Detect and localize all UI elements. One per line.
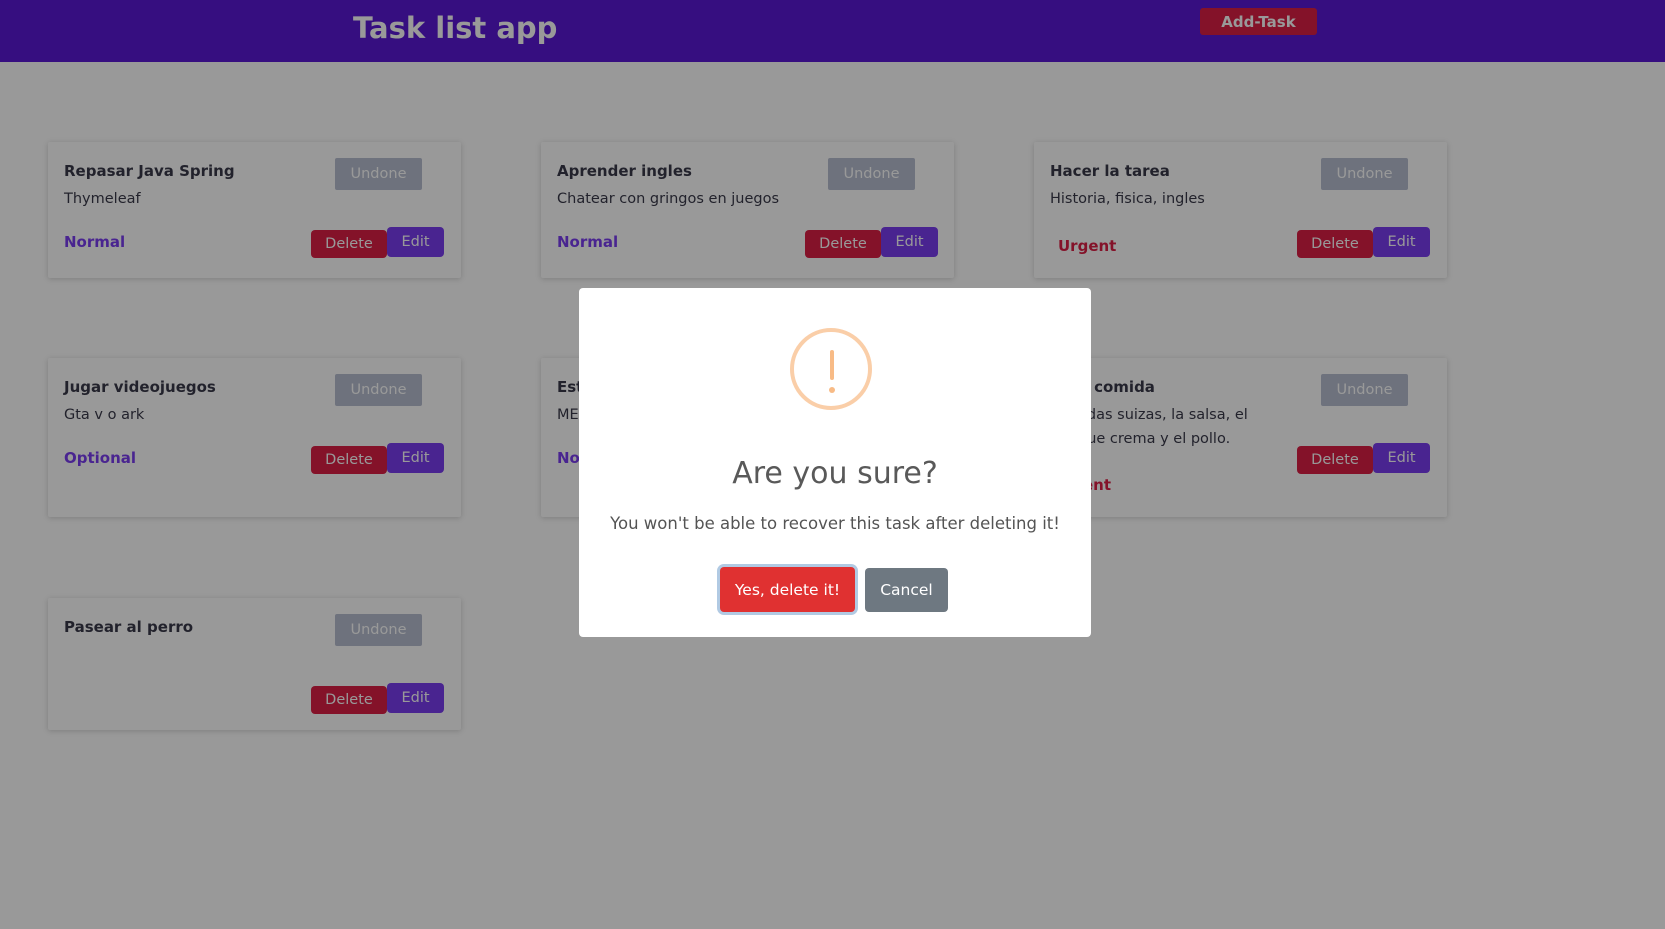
confirm-delete-button[interactable]: Yes, delete it! xyxy=(720,567,855,612)
cancel-button[interactable]: Cancel xyxy=(865,568,948,612)
dialog-title: Are you sure? xyxy=(732,456,938,491)
confirm-dialog: Are you sure? You won't be able to recov… xyxy=(579,288,1091,637)
warning-icon-bar xyxy=(830,350,834,380)
warning-icon-dot xyxy=(829,387,835,393)
warning-icon xyxy=(790,328,872,410)
dialog-text: You won't be able to recover this task a… xyxy=(610,514,1060,533)
